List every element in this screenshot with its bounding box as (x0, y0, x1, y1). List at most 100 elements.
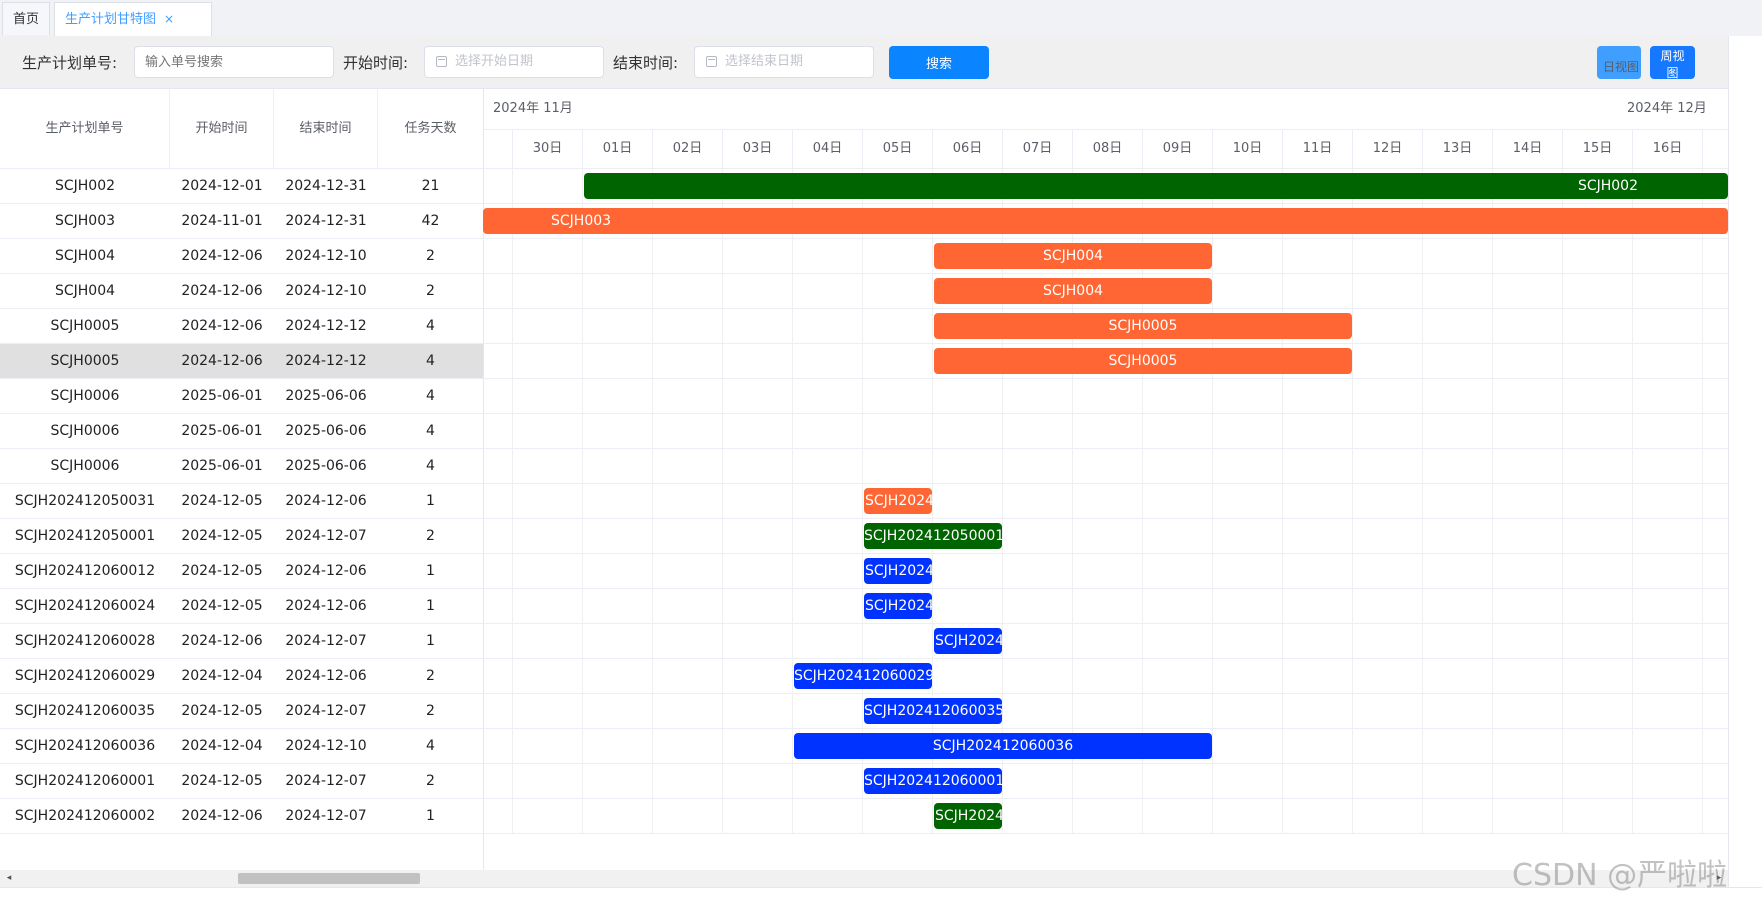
week-view-button[interactable]: 周视图 (1650, 46, 1695, 80)
cell-end: 2024-12-10 (285, 248, 367, 264)
day-header-cell: 06日 (933, 129, 1003, 169)
gantt-bar[interactable]: SCJH202412050001 (864, 523, 1002, 549)
table-row[interactable]: SCJH004 2024-12-06 2024-12-10 2 (0, 274, 483, 309)
table-row[interactable]: SCJH202412060002 2024-12-06 2024-12-07 1 (0, 799, 483, 834)
row-gridline (483, 483, 1728, 484)
gantt-bar[interactable]: SCJH202412060001 (864, 768, 1002, 794)
gantt-bar[interactable]: SCJH2024 (864, 558, 932, 584)
cell-days: 4 (426, 353, 435, 369)
day-header-cell: 12日 (1353, 129, 1423, 169)
cell-start: 2024-12-06 (181, 808, 263, 824)
cell-end: 2024-12-06 (285, 563, 367, 579)
search-button[interactable]: 搜索 (889, 46, 989, 79)
end-date-placeholder: 选择结束日期 (725, 54, 804, 69)
day-header-cell: 02日 (653, 129, 723, 169)
cell-days: 1 (426, 598, 435, 614)
cell-days: 4 (426, 738, 435, 754)
cell-days: 4 (426, 423, 435, 439)
row-gridline (483, 413, 1728, 414)
task-table: 生产计划单号 开始时间 结束时间 任务天数 SCJH002 2024-12-01 2… (0, 88, 484, 871)
day-gridline (1282, 169, 1283, 834)
row-gridline (483, 693, 1728, 694)
calendar-icon (706, 56, 717, 67)
table-row[interactable]: SCJH003 2024-11-01 2024-12-31 42 (0, 204, 483, 239)
cell-start: 2025-06-01 (181, 388, 263, 404)
table-row[interactable]: SCJH0006 2025-06-01 2025-06-06 4 (0, 414, 483, 449)
day-view-button[interactable]: 日视图 (1597, 46, 1642, 79)
column-header-plan-number[interactable]: 生产计划单号 (0, 89, 170, 169)
scrollbar-thumb[interactable] (238, 873, 420, 884)
cell-end: 2024-12-10 (285, 738, 367, 754)
close-icon[interactable]: × (164, 12, 174, 26)
start-date-picker[interactable]: 选择开始日期 (424, 46, 604, 78)
day-header-cell: 13日 (1423, 129, 1493, 169)
table-row[interactable]: SCJH202412050031 2024-12-05 2024-12-06 1 (0, 484, 483, 519)
row-gridline (483, 343, 1728, 344)
gantt-bar[interactable]: SCJH2024 (934, 803, 1002, 829)
day-header-cell: 15日 (1563, 129, 1633, 169)
gantt-bar[interactable]: SCJH0005 (934, 313, 1352, 339)
row-gridline (483, 378, 1728, 379)
cell-start: 2024-12-04 (181, 738, 263, 754)
column-header-task-days[interactable]: 任务天数 (378, 89, 483, 169)
scroll-left-arrow-icon[interactable]: ◂ (2, 870, 16, 887)
table-row[interactable]: SCJH002 2024-12-01 2024-12-31 21 (0, 169, 483, 204)
column-header-end-time[interactable]: 结束时间 (274, 89, 378, 169)
table-row[interactable]: SCJH0005 2024-12-06 2024-12-12 4 (0, 344, 483, 379)
column-header-start-time[interactable]: 开始时间 (170, 89, 274, 169)
day-header-cell: 05日 (863, 129, 933, 169)
cell-start: 2024-12-05 (181, 598, 263, 614)
day-gridline (1422, 169, 1423, 834)
gantt-bar[interactable]: SCJH002 (584, 173, 1728, 199)
tab-home[interactable]: 首页 (2, 2, 50, 35)
table-row[interactable]: SCJH202412060035 2024-12-05 2024-12-07 2 (0, 694, 483, 729)
gantt-bar[interactable]: SCJH2024 (864, 488, 932, 514)
table-row[interactable]: SCJH202412060036 2024-12-04 2024-12-10 4 (0, 729, 483, 764)
row-gridline (483, 763, 1728, 764)
table-row[interactable]: SCJH202412060001 2024-12-05 2024-12-07 2 (0, 764, 483, 799)
table-row[interactable]: SCJH202412060012 2024-12-05 2024-12-06 1 (0, 554, 483, 589)
table-row[interactable]: SCJH202412060024 2024-12-05 2024-12-06 1 (0, 589, 483, 624)
cell-end: 2024-12-06 (285, 493, 367, 509)
cell-end: 2024-12-07 (285, 808, 367, 824)
cell-end: 2024-12-06 (285, 598, 367, 614)
table-row[interactable]: SCJH202412060028 2024-12-06 2024-12-07 1 (0, 624, 483, 659)
end-date-picker[interactable]: 选择结束日期 (694, 46, 874, 78)
table-row[interactable]: SCJH0006 2025-06-01 2025-06-06 4 (0, 379, 483, 414)
day-gridline (1632, 169, 1633, 834)
cell-end: 2025-06-06 (285, 458, 367, 474)
table-row[interactable]: SCJH0006 2025-06-01 2025-06-06 4 (0, 449, 483, 484)
right-edge-panel (1728, 36, 1762, 898)
row-gridline (483, 798, 1728, 799)
day-header-cell: 04日 (793, 129, 863, 169)
row-gridline (483, 238, 1728, 239)
cell-end: 2024-12-07 (285, 703, 367, 719)
tab-gantt[interactable]: 生产计划甘特图 × (54, 2, 212, 36)
table-row[interactable]: SCJH0005 2024-12-06 2024-12-12 4 (0, 309, 483, 344)
gantt-bar[interactable]: SCJH202412060035 (864, 698, 1002, 724)
cell-id: SCJH202412050031 (14, 493, 156, 509)
cell-id: SCJH004 (54, 248, 116, 264)
table-row[interactable]: SCJH202412060029 2024-12-04 2024-12-06 2 (0, 659, 483, 694)
cell-id: SCJH202412060029 (14, 668, 156, 684)
horizontal-scrollbar[interactable]: ◂ ▸ (0, 870, 1728, 887)
gantt-bar[interactable]: SCJH202412060036 (794, 733, 1212, 759)
tab-bar: 首页 生产计划甘特图 × (0, 0, 1762, 37)
cell-end: 2025-06-06 (285, 388, 367, 404)
gantt-bar[interactable]: SCJH202412060029 (794, 663, 932, 689)
table-row[interactable]: SCJH004 2024-12-06 2024-12-10 2 (0, 239, 483, 274)
gantt-bar[interactable]: SCJH004 (934, 243, 1212, 269)
cell-start: 2024-12-06 (181, 353, 263, 369)
cell-days: 4 (426, 388, 435, 404)
gantt-bar[interactable]: SCJH2024 (934, 628, 1002, 654)
gantt-bar[interactable]: SCJH0005 (934, 348, 1352, 374)
day-header-cell: 09日 (1143, 129, 1213, 169)
gantt-bar[interactable]: SCJH003 (483, 208, 1728, 234)
table-row[interactable]: SCJH202412050001 2024-12-05 2024-12-07 2 (0, 519, 483, 554)
cell-days: 21 (421, 178, 440, 194)
cell-id: SCJH202412060036 (14, 738, 156, 754)
day-header-cell: 01日 (583, 129, 653, 169)
gantt-bar[interactable]: SCJH2024 (864, 593, 932, 619)
gantt-bar[interactable]: SCJH004 (934, 278, 1212, 304)
plan-number-input[interactable] (134, 46, 334, 78)
